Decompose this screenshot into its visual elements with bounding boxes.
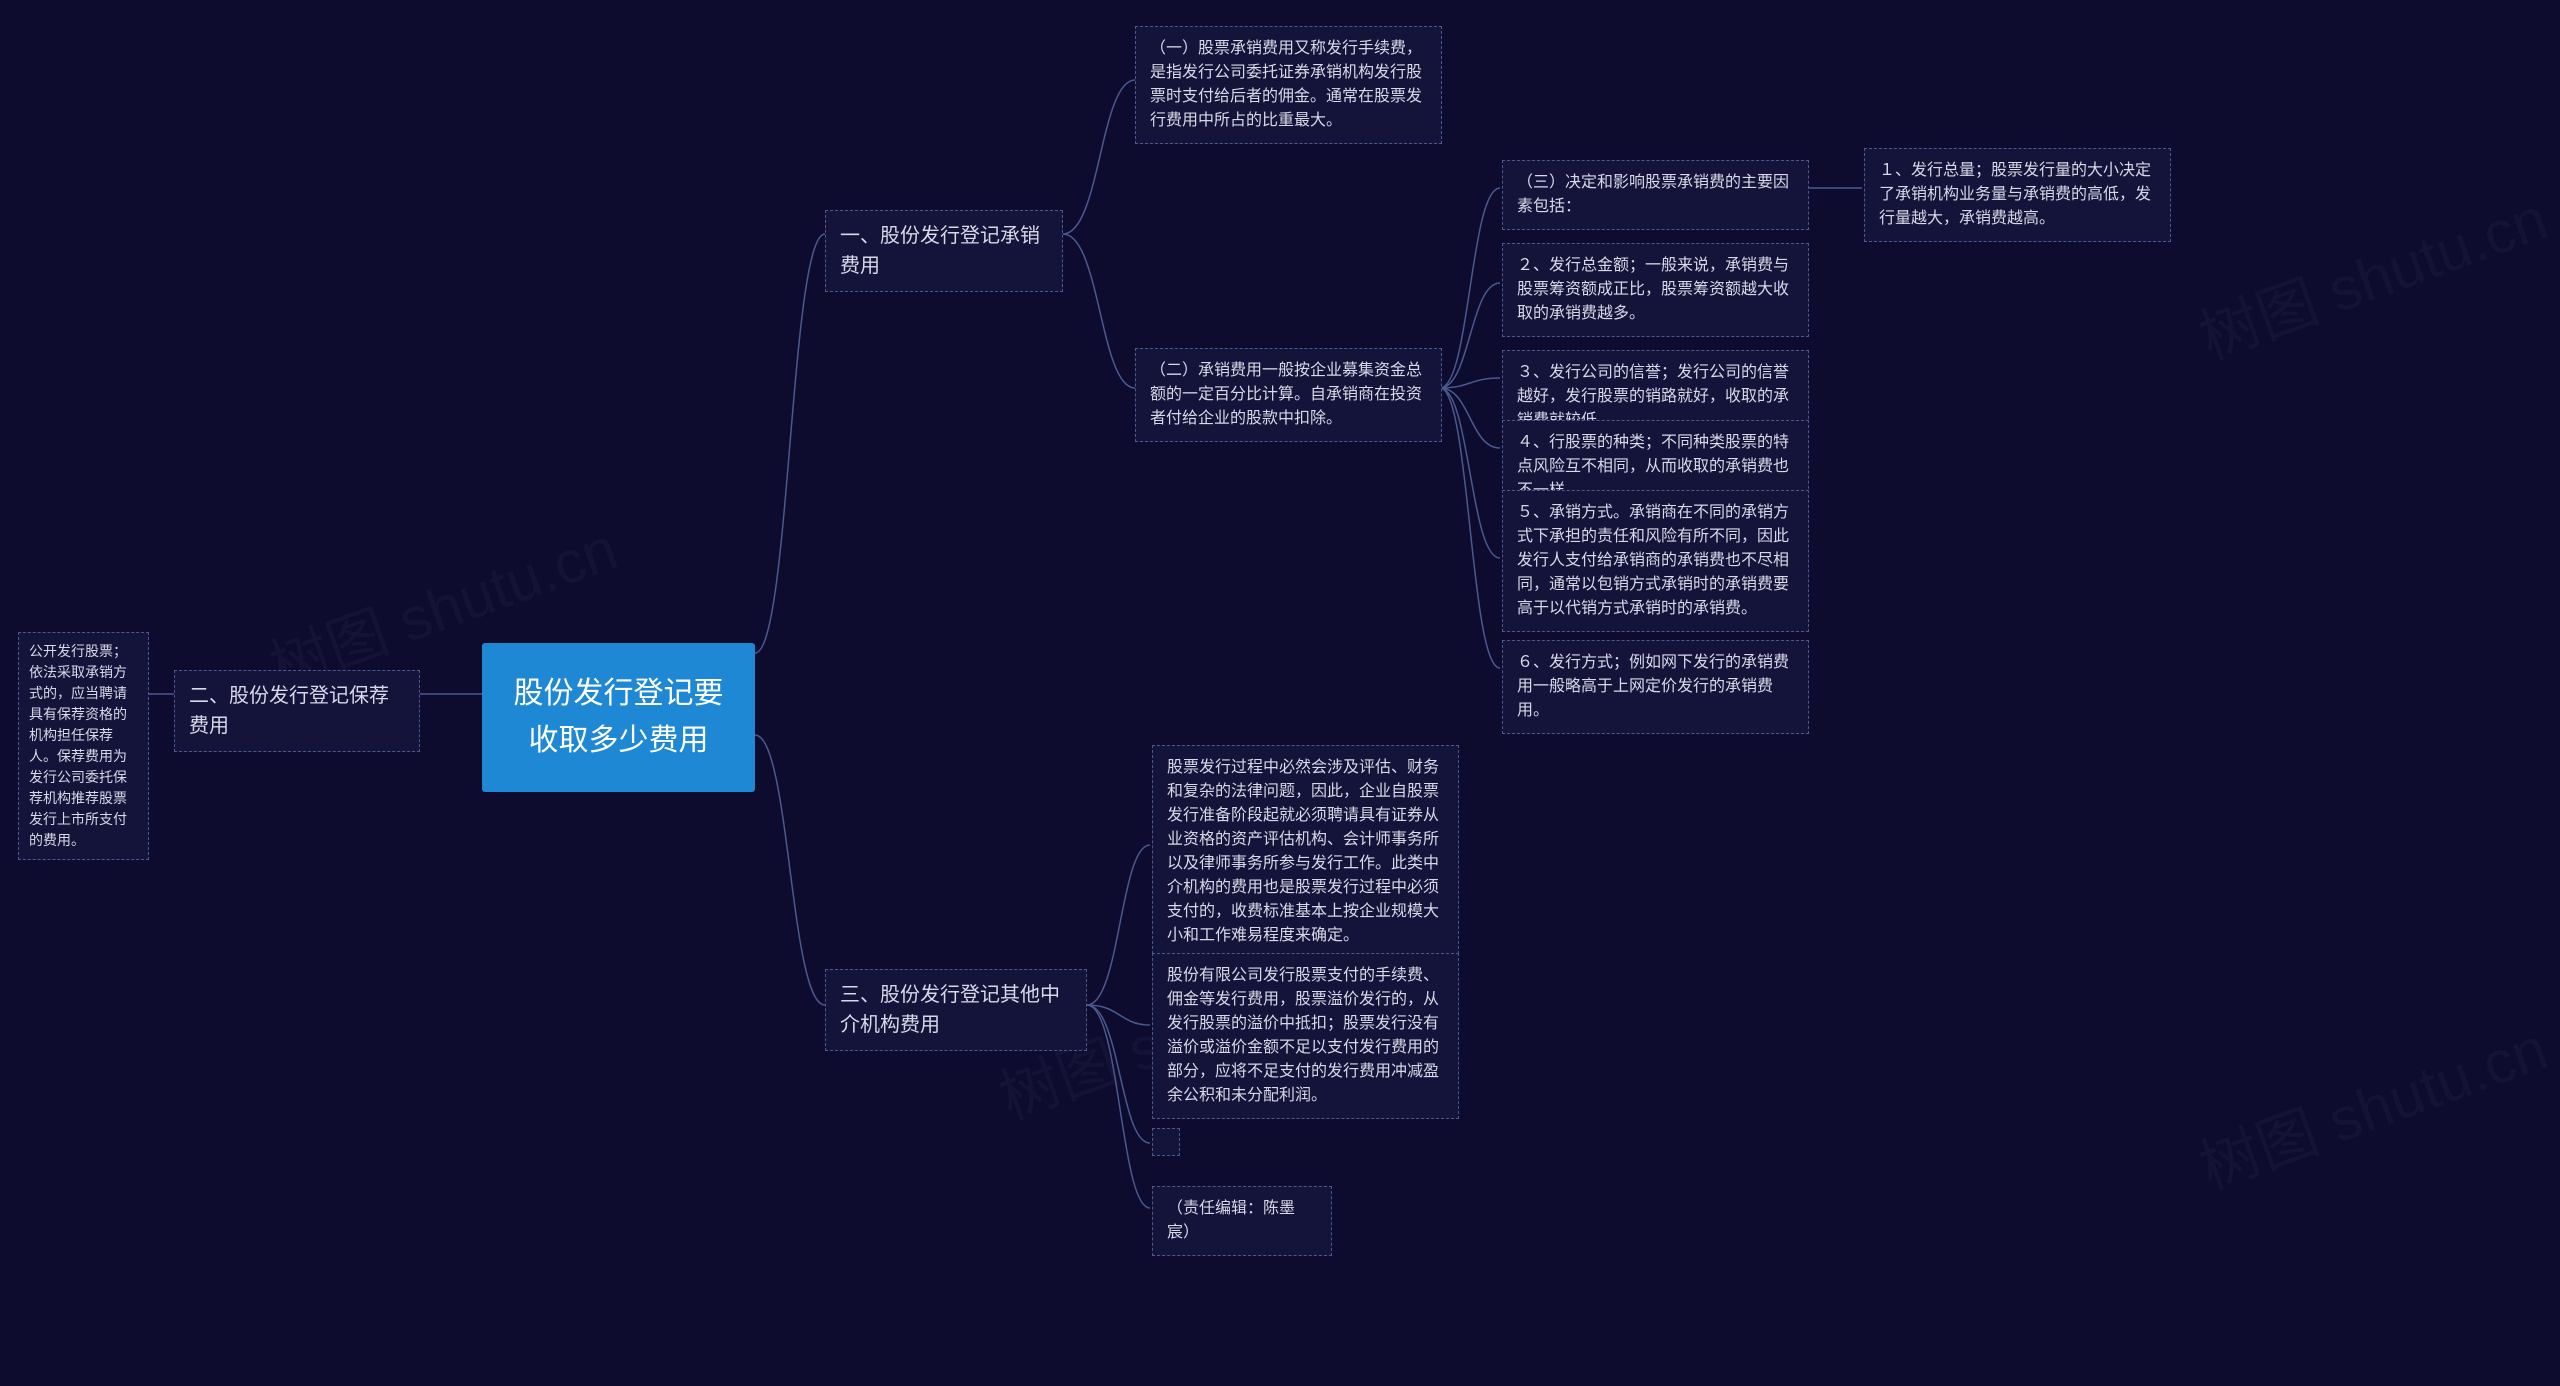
branch2-title: 二、股份发行登记保荐费用 xyxy=(174,670,420,752)
branch3-p2: 股份有限公司发行股票支付的手续费、佣金等发行费用，股票溢价发行的，从发行股票的溢… xyxy=(1152,953,1459,1119)
center-node: 股份发行登记要收取多少费用 xyxy=(482,643,755,792)
branch3-p1: 股票发行过程中必然会涉及评估、财务和复杂的法律问题，因此，企业自股票发行准备阶段… xyxy=(1152,745,1459,959)
branch1-child-b: （二）承销费用一般按企业募集资金总额的一定百分比计算。自承销商在投资者付给企业的… xyxy=(1135,348,1442,442)
factor-1: １、发行总量；股票发行量的大小决定了承销机构业务量与承销费的高低，发行量越大，承… xyxy=(1864,148,2171,242)
branch1-child-a: （一）股票承销费用又称发行手续费，是指发行公司委托证券承销机构发行股票时支付给后… xyxy=(1135,26,1442,144)
factor-2: ２、发行总金额；一般来说，承销费与股票筹资额成正比，股票筹资额越大收取的承销费越… xyxy=(1502,243,1809,337)
watermark: 树图 shutu.cn xyxy=(2186,1000,2557,1206)
watermark: 树图 shutu.cn xyxy=(2186,170,2557,376)
branch1-factors-title: （三）决定和影响股票承销费的主要因素包括： xyxy=(1502,160,1809,230)
branch3-p3: （责任编辑：陈墨宸） xyxy=(1152,1186,1332,1256)
branch3-empty xyxy=(1152,1128,1180,1156)
factor-6: ６、发行方式；例如网下发行的承销费用一般略高于上网定价发行的承销费用。 xyxy=(1502,640,1809,734)
factor-5: ５、承销方式。承销商在不同的承销方式下承担的责任和风险有所不同，因此发行人支付给… xyxy=(1502,490,1809,632)
branch2-content: 公开发行股票；依法采取承销方式的，应当聘请具有保荐资格的机构担任保荐人。保荐费用… xyxy=(18,632,149,860)
branch1-title: 一、股份发行登记承销费用 xyxy=(825,210,1063,292)
branch3-title: 三、股份发行登记其他中介机构费用 xyxy=(825,969,1087,1051)
